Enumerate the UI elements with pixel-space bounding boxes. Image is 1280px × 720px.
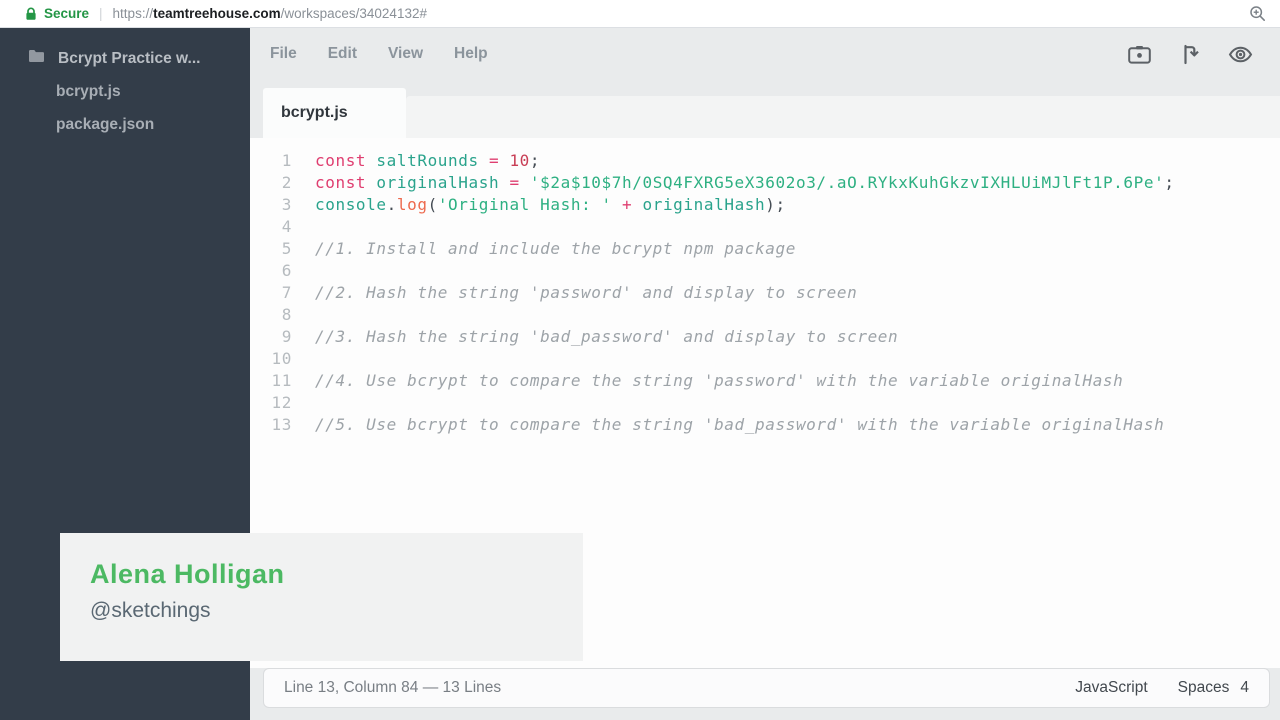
browser-address-bar[interactable]: Secure | https:// teamtreehouse.com /wor… [0,0,1280,28]
code-line[interactable]: 3console.log('Original Hash: ' + origina… [250,194,1280,216]
line-number: 10 [250,348,292,370]
code-line[interactable]: 9//3. Hash the string 'bad_password' and… [250,326,1280,348]
instructor-handle: @sketchings [90,599,583,623]
line-number: 11 [250,370,292,392]
url-scheme: https:// [113,6,154,21]
code-line[interactable]: 8 [250,304,1280,326]
instructor-overlay: Alena Holligan @sketchings [60,533,583,661]
sidebar-item-label: package.json [56,116,154,134]
camera-icon[interactable] [1128,45,1151,64]
cursor-position: Line 13, Column 84 — 13 Lines [284,679,501,697]
folder-icon [28,49,45,68]
menu-help[interactable]: Help [454,45,488,63]
indent-value: 4 [1240,679,1249,697]
indent-selector[interactable]: Spaces 4 [1178,679,1249,697]
code-text: //5. Use bcrypt to compare the string 'b… [292,414,1164,436]
code-line[interactable]: 1const saltRounds = 10; [250,150,1280,172]
line-number: 5 [250,238,292,260]
code-text [292,216,315,238]
code-line[interactable]: 11//4. Use bcrypt to compare the string … [250,370,1280,392]
fork-icon[interactable] [1179,44,1200,65]
code-text: //1. Install and include the bcrypt npm … [292,238,796,260]
eye-icon[interactable] [1228,46,1253,63]
line-number: 8 [250,304,292,326]
code-line[interactable]: 5//1. Install and include the bcrypt npm… [250,238,1280,260]
tab-strip-background [406,96,1280,138]
code-line[interactable]: 10 [250,348,1280,370]
menu-file[interactable]: File [270,45,297,63]
instructor-name: Alena Holligan [90,559,583,590]
sidebar-item-package-json[interactable]: package.json [0,108,250,141]
menu-view[interactable]: View [388,45,423,63]
code-line[interactable]: 7//2. Hash the string 'password' and dis… [250,282,1280,304]
line-number: 7 [250,282,292,304]
tab-bcrypt-js[interactable]: bcrypt.js [263,88,406,138]
sidebar-item-label: bcrypt.js [56,83,121,101]
code-line[interactable]: 2const originalHash = '$2a$10$7h/0SQ4FXR… [250,172,1280,194]
sidebar-item-project-folder[interactable]: Bcrypt Practice w... [0,42,250,75]
line-number: 4 [250,216,292,238]
code-text: //4. Use bcrypt to compare the string 'p… [292,370,1123,392]
status-right: JavaScript Spaces 4 [1075,679,1249,697]
code-text: //3. Hash the string 'bad_password' and … [292,326,898,348]
sidebar-item-label: Bcrypt Practice w... [58,50,200,68]
code-line[interactable]: 13//5. Use bcrypt to compare the string … [250,414,1280,436]
code-text [292,304,315,326]
url-text[interactable]: https:// teamtreehouse.com /workspaces/3… [113,6,427,21]
code-text: const originalHash = '$2a$10$7h/0SQ4FXRG… [292,172,1175,194]
editor-toolbar [1128,44,1253,65]
menu-edit[interactable]: Edit [328,45,357,63]
url-domain: teamtreehouse.com [153,6,281,21]
code-text: const saltRounds = 10; [292,150,540,172]
code-line[interactable]: 6 [250,260,1280,282]
line-number: 2 [250,172,292,194]
line-number: 1 [250,150,292,172]
code-text: console.log('Original Hash: ' + original… [292,194,786,216]
lock-icon[interactable] [25,7,37,21]
editor-menubar: File Edit View Help [250,28,1280,80]
line-number: 6 [250,260,292,282]
sidebar-item-bcrypt-js[interactable]: bcrypt.js [0,75,250,108]
url-path: /workspaces/34024132# [281,6,427,21]
code-text [292,348,315,370]
code-text [292,392,315,414]
code-line[interactable]: 12 [250,392,1280,414]
line-number: 9 [250,326,292,348]
language-selector[interactable]: JavaScript [1075,679,1147,697]
indent-label: Spaces [1178,679,1230,697]
line-number: 12 [250,392,292,414]
secure-label: Secure [44,6,89,21]
line-number: 3 [250,194,292,216]
code-text: //2. Hash the string 'password' and disp… [292,282,857,304]
address-divider: | [99,6,103,21]
code-line[interactable]: 4 [250,216,1280,238]
status-bar: Line 13, Column 84 — 13 Lines JavaScript… [263,668,1270,708]
code-text [292,260,315,282]
line-number: 13 [250,414,292,436]
zoom-in-icon[interactable] [1249,5,1266,22]
tab-strip: bcrypt.js [250,80,1280,138]
tab-label: bcrypt.js [281,104,348,122]
